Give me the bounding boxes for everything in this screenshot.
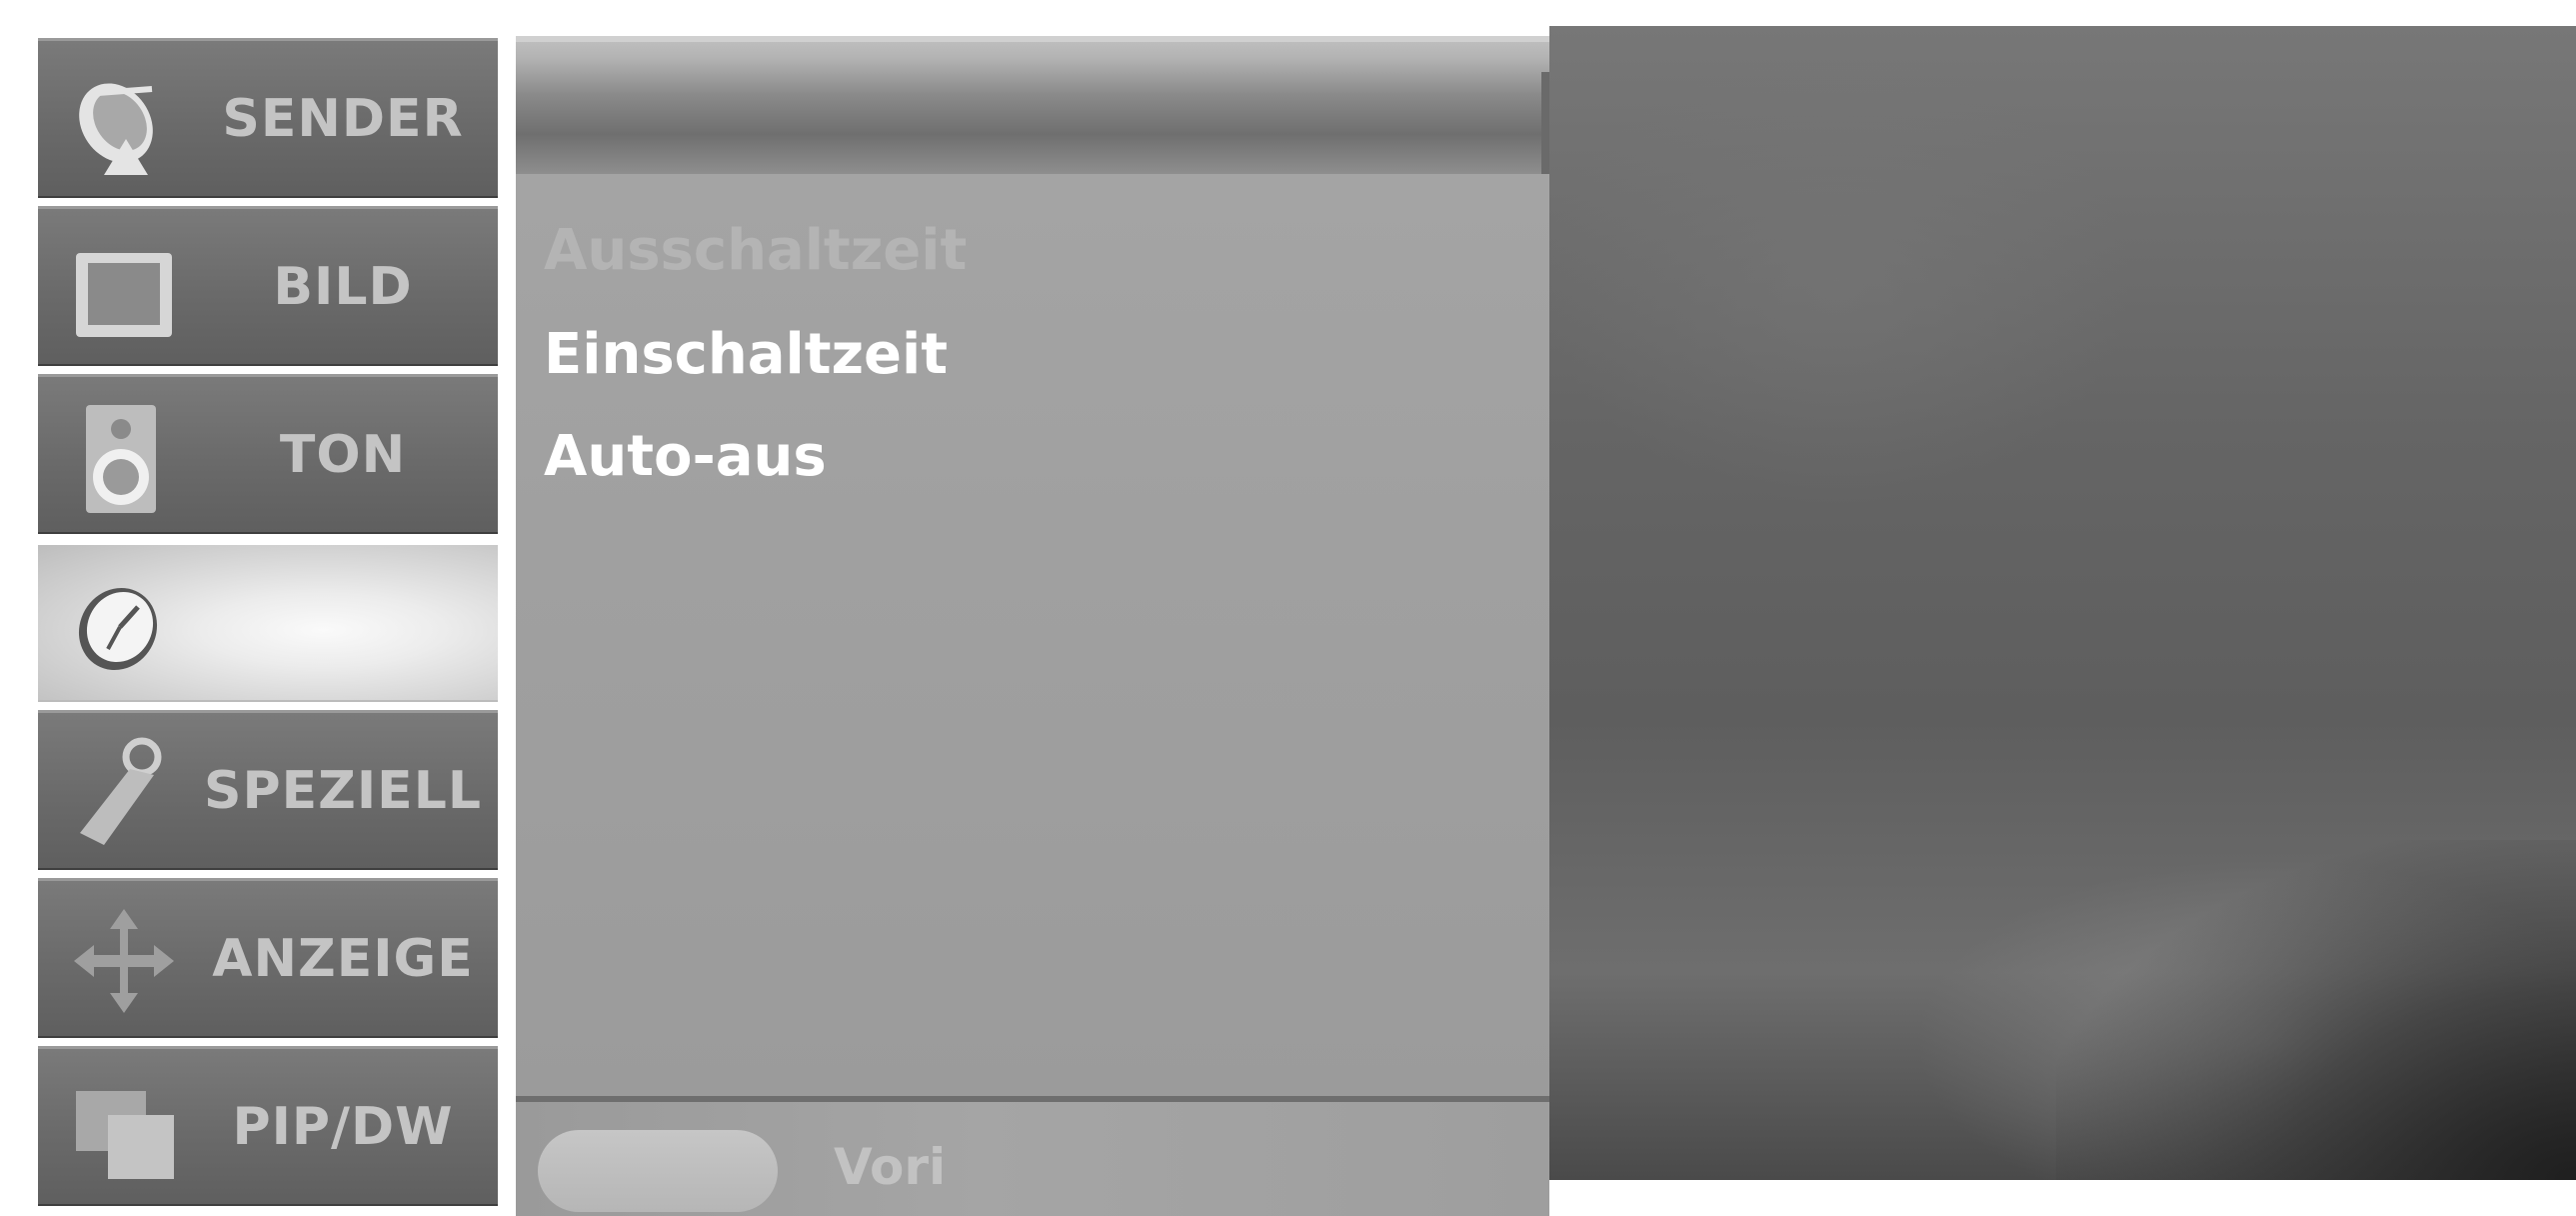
sidebar-item-bild[interactable]: BILD [38,206,498,366]
sidebar-item-label: ANZEIGE [212,928,474,989]
clock-icon [78,587,158,671]
submenu-panel: Ausschaltzeit Einschaltzeit Auto-aus Vor… [516,36,1549,1216]
sidebar-item-label: PIP/DW [232,1096,454,1157]
footer-pill-button[interactable] [538,1130,778,1212]
monitor-icon [76,253,172,337]
submenu-footer: Vori [516,1096,1549,1216]
menu-entry-einschaltzeit[interactable]: Einschaltzeit [544,322,948,387]
submenu-list: Ausschaltzeit Einschaltzeit Auto-aus [516,174,1549,1096]
sidebar-item-zeit[interactable] [38,542,498,702]
menu-entry-ausschaltzeit[interactable]: Ausschaltzeit [544,218,967,283]
sidebar-item-pipdw[interactable]: PIP/DW [38,1046,498,1206]
footer-hint-label: Vori [834,1138,947,1196]
move-arrows-icon [74,909,174,1013]
menu-entry-auto-aus[interactable]: Auto-aus [544,424,827,489]
sidebar-item-label: SENDER [222,88,464,149]
speaker-icon [86,405,156,513]
video-preview-area [1549,26,2576,1180]
sidebar-item-label [198,545,488,700]
pip-windows-icon [76,1091,174,1179]
satellite-dish-icon [79,83,153,175]
main-menu-sidebar: SENDER BILD TON SPEZIELL ANZEIGE PIP/DW [38,22,500,1206]
key-tag-icon [80,737,162,845]
osd-screen: SENDER BILD TON SPEZIELL ANZEIGE PIP/DW … [0,0,2576,1216]
sidebar-item-label: BILD [273,256,413,317]
sidebar-item-label: SPEZIELL [204,760,482,821]
sidebar-item-sender[interactable]: SENDER [38,38,498,198]
sidebar-item-anzeige[interactable]: ANZEIGE [38,878,498,1038]
sidebar-item-label: TON [279,424,407,485]
sidebar-item-ton[interactable]: TON [38,374,498,534]
sidebar-item-speziell[interactable]: SPEZIELL [38,710,498,870]
submenu-title-bar [516,36,1549,182]
